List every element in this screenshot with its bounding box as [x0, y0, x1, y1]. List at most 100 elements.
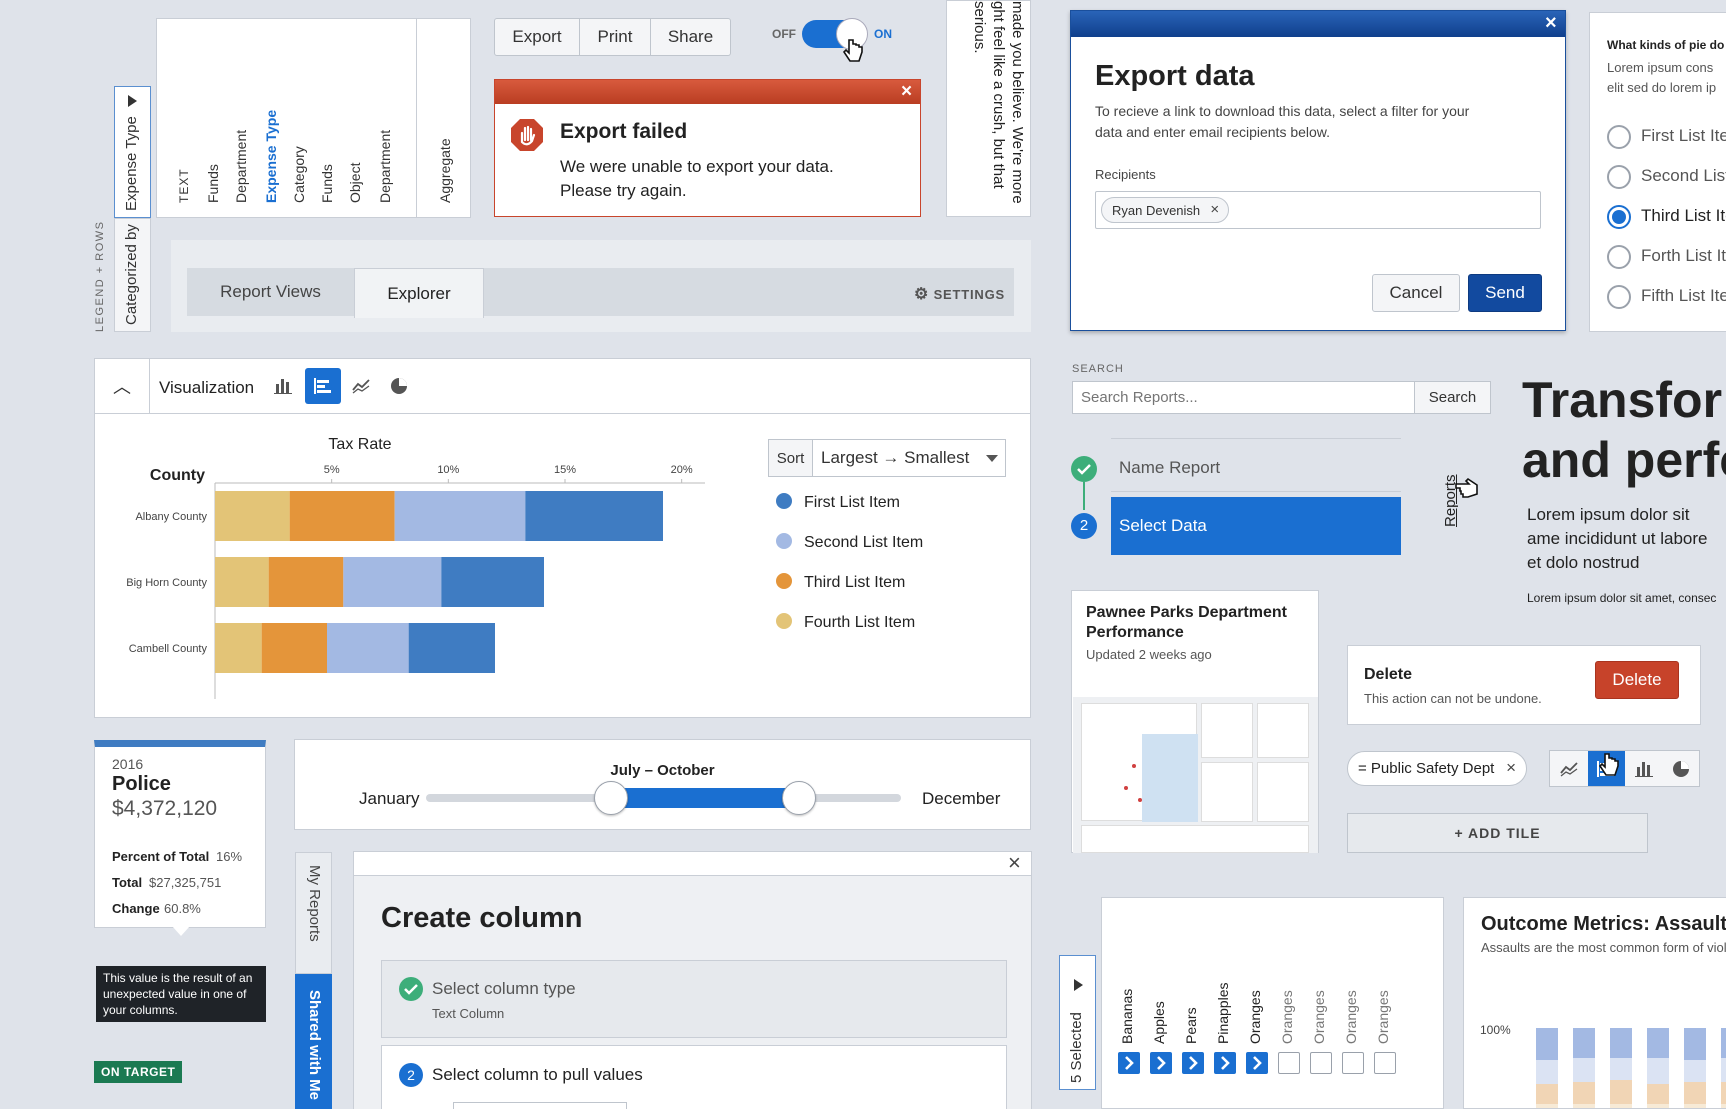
check-circle-icon	[1071, 456, 1097, 482]
search-input[interactable]	[1072, 381, 1415, 414]
selectable-item-label: Apples	[1151, 1001, 1167, 1044]
close-icon[interactable]: ×	[1008, 850, 1021, 876]
print-button[interactable]: Print	[580, 18, 651, 56]
cancel-button[interactable]: Cancel	[1372, 274, 1460, 312]
legend-item[interactable]: Fourth List Item	[776, 613, 923, 653]
chart-type-line-button[interactable]	[1550, 751, 1588, 786]
tab-shared-with-me[interactable]: Shared with Me	[295, 974, 332, 1109]
tab-report-views[interactable]: Report Views	[187, 268, 354, 316]
step-select-data[interactable]: Select Data	[1111, 497, 1401, 555]
delete-button[interactable]: Delete	[1595, 661, 1679, 699]
outcome-bar-segment	[1536, 1060, 1558, 1084]
column-select-input[interactable]	[453, 1102, 627, 1109]
column-option[interactable]: Object	[347, 163, 363, 203]
close-icon[interactable]: ×	[1545, 12, 1557, 35]
range-track[interactable]	[426, 781, 901, 815]
item-checkbox[interactable]	[1182, 1052, 1204, 1074]
item-checkbox[interactable]	[1374, 1052, 1396, 1074]
add-tile-button[interactable]: + ADD TILE	[1347, 813, 1648, 853]
legend-item[interactable]: Second List Item	[776, 533, 923, 573]
stop-hand-icon	[511, 119, 543, 151]
step-select-type[interactable]: Select column type Text Column	[381, 960, 1007, 1038]
chart-legend: First List Item Second List Item Third Lis…	[776, 493, 923, 653]
radio-label[interactable]: Fifth List Ite	[1641, 286, 1726, 306]
radio-button[interactable]	[1607, 165, 1631, 189]
tab-my-reports[interactable]: My Reports	[295, 852, 332, 974]
column-option[interactable]: Funds	[205, 164, 221, 203]
hand-cursor-icon	[842, 39, 863, 62]
column-option[interactable]: Department	[233, 130, 249, 203]
chart-type-bar-button[interactable]	[268, 371, 298, 401]
step-select-column[interactable]: 2 Select column to pull values	[381, 1045, 1007, 1109]
radio-button[interactable]	[1607, 125, 1631, 149]
outcome-bar-segment	[1610, 1104, 1632, 1108]
bar-segment	[215, 491, 290, 541]
selected-count-tab[interactable]: 5 Selected	[1059, 955, 1096, 1090]
item-checkbox[interactable]	[1246, 1052, 1268, 1074]
column-option[interactable]: Department	[377, 130, 393, 203]
report-card[interactable]: Pawnee Parks Department Performance Upda…	[1071, 590, 1319, 853]
sort-control[interactable]: Sort Largest → Smallest	[768, 439, 1006, 477]
tab-expense-type[interactable]: Expense Type	[114, 86, 151, 218]
step-name-report[interactable]: Name Report	[1119, 458, 1220, 478]
step-select-data-label: Select Data	[1119, 516, 1207, 535]
selectable-item-label: Oranges	[1247, 990, 1263, 1044]
chart-type-line-button[interactable]	[346, 371, 376, 401]
chart-type-pie-button[interactable]	[1663, 751, 1700, 786]
aggregate-label[interactable]: Aggregate	[437, 138, 453, 203]
recipient-chip[interactable]: Ryan Devenish ×	[1101, 197, 1230, 223]
chart-type-bar-button[interactable]	[1625, 751, 1663, 786]
radio-button[interactable]	[1607, 205, 1631, 229]
filter-chip[interactable]: = Public Safety Dept ×	[1347, 751, 1527, 786]
legend-label: Second List Item	[804, 534, 924, 551]
bar-segment	[289, 491, 395, 541]
search-button[interactable]: Search	[1414, 381, 1491, 414]
export-button[interactable]: Export	[494, 18, 580, 56]
column-option[interactable]: Category	[291, 146, 307, 203]
recipients-input[interactable]: Ryan Devenish ×	[1095, 191, 1541, 229]
collapse-button[interactable]: ︿	[95, 359, 150, 413]
radio-label[interactable]: Third List Ite	[1641, 206, 1726, 226]
item-checkbox[interactable]	[1150, 1052, 1172, 1074]
send-button[interactable]: Send	[1468, 274, 1542, 312]
selectable-item-label: Pears	[1183, 1007, 1199, 1044]
tab-categorized-by-label: Categorized by	[123, 224, 140, 325]
chevron-right-icon	[1221, 1056, 1230, 1070]
legend-item[interactable]: Third List Item	[776, 573, 923, 613]
bar-segment	[215, 623, 262, 673]
outcome-bar-segment	[1684, 1082, 1706, 1104]
outcome-bar-segment	[1610, 1058, 1632, 1080]
remove-chip-icon[interactable]: ×	[1210, 201, 1219, 218]
step1-title: Select column type	[432, 979, 576, 998]
tab-categorized-by[interactable]: Categorized by	[114, 218, 151, 332]
item-checkbox[interactable]	[1342, 1052, 1364, 1074]
share-button[interactable]: Share	[651, 18, 731, 56]
remove-filter-icon[interactable]: ×	[1506, 758, 1516, 778]
item-checkbox[interactable]	[1310, 1052, 1332, 1074]
range-handle-end[interactable]	[781, 781, 816, 815]
radio-label[interactable]: Second List	[1641, 166, 1726, 186]
item-checkbox[interactable]	[1278, 1052, 1300, 1074]
radio-label[interactable]: Forth List Ite	[1641, 246, 1726, 266]
radio-button[interactable]	[1607, 285, 1631, 309]
outcome-bar-segment	[1684, 1104, 1706, 1108]
tab-explorer[interactable]: Explorer	[354, 268, 484, 318]
range-handle-start[interactable]	[594, 781, 629, 815]
column-option[interactable]: Expense Type	[263, 110, 279, 203]
legend-item[interactable]: First List Item	[776, 493, 923, 533]
column-option[interactable]: Funds	[319, 164, 335, 203]
close-icon[interactable]: ×	[901, 81, 912, 103]
radio-button[interactable]	[1607, 245, 1631, 269]
legend-swatch	[776, 493, 792, 509]
radio-label[interactable]: First List Ite	[1641, 126, 1726, 146]
radio-body: Lorem ipsum cons elit sed do lorem ip	[1607, 60, 1717, 95]
item-checkbox[interactable]	[1118, 1052, 1140, 1074]
stat-change-value: 60.8%	[164, 901, 201, 916]
item-checkbox[interactable]	[1214, 1052, 1236, 1074]
toggle-off-label: OFF	[772, 27, 796, 41]
chart-type-pie-button[interactable]	[384, 371, 414, 401]
outcome-bar-segment	[1536, 1028, 1558, 1060]
column-option[interactable]: TEXT	[177, 168, 191, 203]
settings-link[interactable]: ⚙ SETTINGS	[914, 284, 1005, 304]
chart-type-hbar-button[interactable]	[305, 368, 341, 404]
